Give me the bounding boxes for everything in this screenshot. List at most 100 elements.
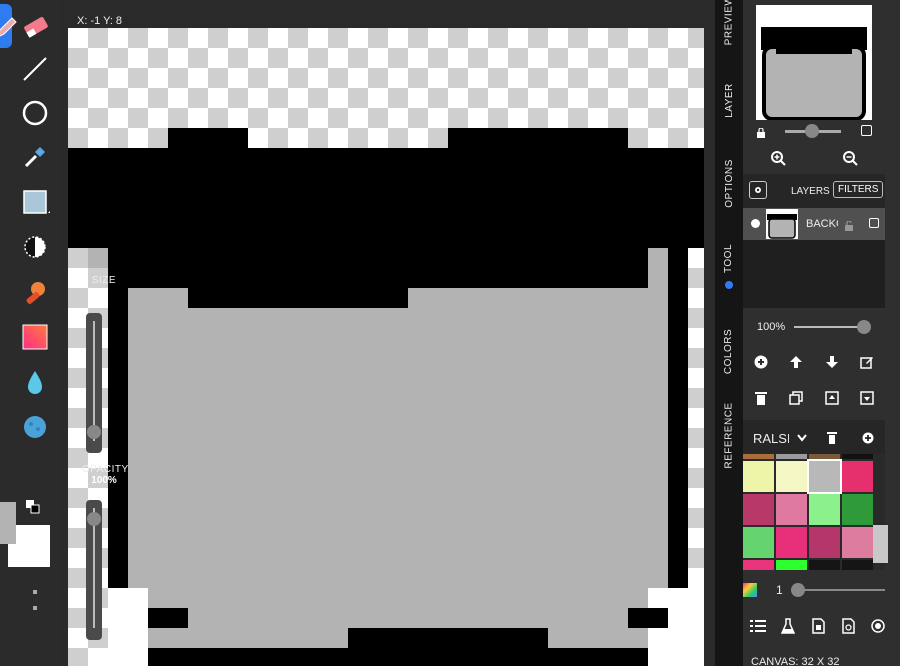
tab-options[interactable]: OPTIONS bbox=[715, 148, 743, 218]
palette-swatch[interactable] bbox=[776, 454, 807, 459]
layer-actions-row-1 bbox=[743, 350, 885, 374]
primary-color-swatch[interactable] bbox=[0, 502, 16, 544]
zoom-in-icon[interactable] bbox=[770, 150, 786, 171]
rectangle-select-icon[interactable] bbox=[18, 185, 52, 219]
layer-settings-icon[interactable] bbox=[749, 181, 767, 199]
corner-bl-edge bbox=[148, 608, 188, 628]
drawing-canvas[interactable] bbox=[68, 28, 704, 666]
delete-icon[interactable] bbox=[750, 387, 772, 409]
palette-swatch[interactable] bbox=[809, 494, 840, 525]
line-icon[interactable] bbox=[18, 52, 52, 86]
palette-swatch[interactable] bbox=[842, 560, 873, 570]
size-slider-panel: SIZE 1 bbox=[82, 275, 126, 455]
canvas-size-label: CANVAS: 32 X 32 bbox=[751, 656, 840, 666]
pot-rim bbox=[68, 148, 704, 248]
layer-opacity-slider[interactable] bbox=[794, 320, 871, 334]
edit-icon[interactable] bbox=[856, 351, 878, 373]
tab-tool[interactable]: TOOL bbox=[715, 236, 743, 280]
palette-swatch[interactable] bbox=[807, 459, 842, 494]
opacity-slider-knob[interactable] bbox=[87, 512, 101, 526]
merge-up-icon[interactable] bbox=[821, 387, 843, 409]
palette-swatch[interactable] bbox=[743, 461, 774, 492]
palette-swatch[interactable] bbox=[743, 527, 774, 558]
circle-icon[interactable] bbox=[18, 96, 52, 130]
lock-icon[interactable] bbox=[756, 125, 766, 138]
eraser-icon[interactable] bbox=[18, 10, 52, 44]
palette-swatch[interactable] bbox=[842, 494, 873, 525]
palette-delete-icon[interactable] bbox=[827, 431, 837, 449]
size-value: 1 bbox=[100, 286, 108, 301]
opacity-slider[interactable] bbox=[86, 500, 102, 640]
more-options-icon[interactable] bbox=[33, 590, 37, 616]
palette-swatch[interactable] bbox=[842, 454, 873, 459]
opacity-slider-panel: OPACITY 100% bbox=[82, 464, 129, 644]
add-icon[interactable] bbox=[750, 351, 772, 373]
preview-checkbox[interactable] bbox=[861, 125, 872, 136]
palette-swatch[interactable] bbox=[743, 494, 774, 525]
palette-name: RALSEI bbox=[753, 430, 789, 446]
eyedropper-icon[interactable] bbox=[18, 140, 52, 174]
tab-preview[interactable]: PREVIEW bbox=[715, 0, 743, 45]
preview-zoom-knob[interactable] bbox=[805, 124, 819, 138]
bottom-actions-row bbox=[743, 614, 893, 638]
palette-swatch[interactable] bbox=[776, 527, 807, 558]
layer-list-area bbox=[743, 240, 885, 308]
chevron-down-icon bbox=[797, 434, 807, 442]
layer-opacity-knob[interactable] bbox=[857, 320, 871, 334]
palette-swatch[interactable] bbox=[809, 560, 840, 570]
layer-opacity-value: 100% bbox=[757, 321, 786, 333]
color-wheel-icon[interactable] bbox=[743, 583, 757, 597]
filters-button[interactable]: FILTERS bbox=[833, 181, 884, 198]
palette-grid bbox=[743, 454, 885, 570]
preview-zoom-slider[interactable] bbox=[785, 124, 841, 138]
palette-swatch[interactable] bbox=[842, 527, 873, 558]
smudge-icon[interactable] bbox=[18, 410, 52, 444]
palette-scrollbar[interactable] bbox=[873, 525, 888, 563]
palette-swatch[interactable] bbox=[809, 454, 840, 459]
layer-row[interactable]: BACKGROUND bbox=[743, 208, 885, 240]
workspace: X: -1 Y: 8 SIZE 1 OPACITY 100% bbox=[60, 0, 715, 666]
brush-count-knob[interactable] bbox=[791, 583, 805, 597]
palette-swatch[interactable] bbox=[842, 461, 873, 492]
move-down-icon[interactable] bbox=[821, 351, 843, 373]
palette-swatch[interactable] bbox=[743, 560, 774, 570]
record-icon[interactable] bbox=[867, 615, 889, 637]
duplicate-icon[interactable] bbox=[785, 387, 807, 409]
zoom-out-icon[interactable] bbox=[842, 150, 858, 171]
size-slider-knob[interactable] bbox=[87, 425, 101, 439]
pot-lip-left bbox=[188, 268, 408, 308]
brush-count-value: 1 bbox=[776, 583, 783, 597]
move-up-icon[interactable] bbox=[785, 351, 807, 373]
brush-count-slider[interactable] bbox=[791, 583, 885, 597]
tab-layer[interactable]: LAYER bbox=[715, 70, 743, 130]
dodge-burn-icon[interactable] bbox=[18, 230, 52, 264]
swap-colors-icon[interactable] bbox=[26, 500, 40, 514]
rim-bump-left bbox=[168, 128, 248, 148]
palette-swatch[interactable] bbox=[776, 560, 807, 570]
preview-thumbnail bbox=[756, 5, 872, 121]
tab-colors[interactable]: COLORS bbox=[715, 318, 743, 384]
flask-icon[interactable] bbox=[777, 615, 799, 637]
opacity-label: OPACITY bbox=[82, 464, 129, 475]
layer-lock-icon[interactable] bbox=[844, 218, 854, 231]
opacity-value: 100% bbox=[91, 475, 117, 486]
water-drop-icon[interactable] bbox=[18, 365, 52, 399]
pot-lip-right bbox=[408, 268, 588, 288]
stamp-icon[interactable] bbox=[18, 275, 52, 309]
list-icon[interactable] bbox=[747, 615, 769, 637]
palette-swatch[interactable] bbox=[743, 454, 774, 459]
layer-checkbox[interactable] bbox=[869, 218, 879, 228]
pixel-art-pot bbox=[68, 128, 704, 666]
gradient-icon[interactable] bbox=[18, 320, 52, 354]
palette-swatch[interactable] bbox=[776, 494, 807, 525]
tab-reference[interactable]: REFERENCE bbox=[715, 400, 743, 470]
palette-swatch[interactable] bbox=[776, 461, 807, 492]
layer-visible-icon[interactable] bbox=[751, 219, 760, 228]
size-slider[interactable] bbox=[86, 313, 102, 453]
gif-file-icon[interactable] bbox=[837, 615, 859, 637]
export-file-icon[interactable] bbox=[807, 615, 829, 637]
palette-add-icon[interactable] bbox=[862, 431, 874, 449]
palette-select[interactable]: RALSEI bbox=[753, 428, 813, 448]
palette-swatch[interactable] bbox=[809, 527, 840, 558]
merge-down-icon[interactable] bbox=[856, 387, 878, 409]
